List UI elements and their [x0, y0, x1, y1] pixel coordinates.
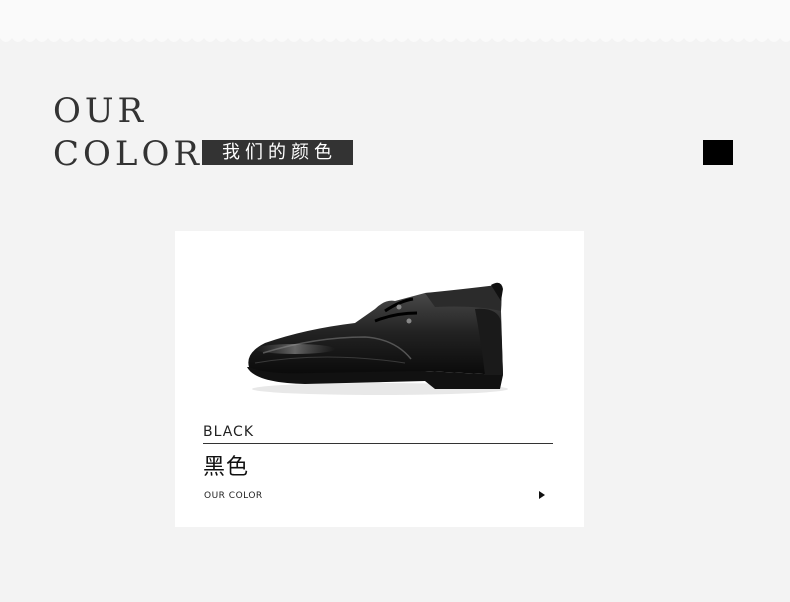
color-name-cn: 黑色: [203, 455, 250, 480]
our-color-label: OUR COLOR: [204, 491, 263, 501]
heading-cn-tag: 我们的颜色: [202, 140, 353, 165]
shoe-image: [247, 282, 508, 395]
scalloped-top-border: [0, 0, 790, 42]
heading-color: COLOR: [53, 134, 203, 174]
product-color-card[interactable]: BLACK 黑色 OUR COLOR: [175, 231, 584, 527]
color-swatch-black[interactable]: [703, 140, 733, 165]
play-arrow-icon[interactable]: [539, 491, 545, 499]
heading-our: OUR: [53, 91, 148, 131]
color-name-en: BLACK: [203, 424, 255, 440]
divider: [203, 443, 553, 444]
